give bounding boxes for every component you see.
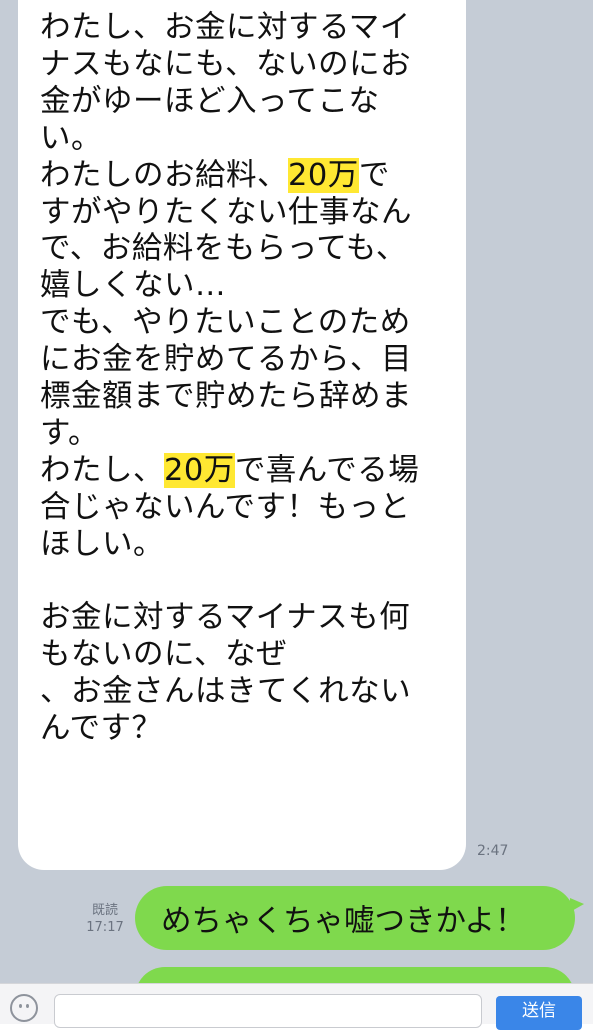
emoji-eye-left [19,1004,22,1008]
message-text-segment: にお金を貯めてるから、目 [40,342,412,378]
message-line: 金がゆーほど入ってこな [40,84,446,121]
incoming-message-text: わたし、お金に対するマイ ナスもなにも、ないのにお 金がゆーほど入ってこな い。 わたし… [40,10,446,748]
message-text-segment: わたし、 [40,452,164,488]
message-line: もないのに、なぜ [40,637,446,674]
message-line: ほしい。 [40,527,446,564]
emoji-eye-right [26,1004,29,1008]
message-text-segment: お金に対するマイナスも何 [40,600,411,636]
message-line: わたし、お金に対するマイ [40,10,446,47]
emoji-icon[interactable] [10,994,38,1022]
message-text-segment: わたしのお給料、 [40,157,288,193]
message-line: ナスもなにも、ないのにお [40,47,446,84]
message-text-segment: 嬉しくない… [40,268,226,304]
message-text-segment: 金がゆーほど入ってこな [40,83,380,119]
chat-area[interactable]: わたし、お金に対するマイ ナスもなにも、ないのにお 金がゆーほど入ってこな い。 わたし… [0,0,593,983]
message-text-segment: すがやりたくない仕事なん [40,194,412,230]
message-text-segment: で [358,157,390,193]
message-text-segment: ほしい。 [40,526,164,562]
send-button[interactable]: 送信 [496,996,582,1030]
message-line: 標金額まで貯めたら辞めま [40,379,446,416]
message-line: わたし、20万で喜んでる場 [40,452,446,490]
message-line: すがやりたくない仕事なん [40,195,446,232]
message-line [40,564,446,601]
outgoing-message-bubble-partial[interactable] [135,967,575,983]
message-line: 合じゃないんです！もっと [40,490,446,527]
message-line: 嬉しくない… [40,268,446,305]
message-text-segment: わたし、お金に対するマイ [40,10,411,45]
message-text-segment: んです？ [40,711,163,747]
message-line: す。 [40,416,446,453]
message-line: お金に対するマイナスも何 [40,600,446,637]
outgoing-message-time: 17:17 [86,920,124,935]
message-line: わたしのお給料、20万で [40,157,446,195]
message-text-segment: 標金額まで貯めたら辞めま [40,379,412,415]
read-receipt: 既読 17:17 [82,902,128,936]
read-label: 既読 [91,903,118,918]
outgoing-message-text: めちゃくちゃ嘘つきかよ！ [161,904,526,939]
incoming-message-bubble[interactable]: わたし、お金に対するマイ ナスもなにも、ないのにお 金がゆーほど入ってこな い。 わたし… [18,0,466,870]
message-line: で、お給料をもらっても、 [40,231,446,268]
message-text-segment: い。 [40,120,102,156]
message-line: 、お金さんはきてくれない [40,674,446,711]
message-line: んです？ [40,711,446,748]
message-text-segment: 、お金さんはきてくれない [40,674,412,710]
highlighted-text: 20万 [288,157,359,193]
incoming-message-time: 2:47 [477,843,509,859]
message-line: にお金を貯めてるから、目 [40,342,446,379]
message-line: い。 [40,121,446,158]
message-text-segment: す。 [40,415,99,451]
message-text-segment: 合じゃないんです！もっと [40,489,411,525]
message-text-segment: で、お給料をもらっても、 [40,231,407,267]
message-text-segment: もないのに、なぜ [40,637,288,673]
outgoing-message-bubble[interactable]: めちゃくちゃ嘘つきかよ！ [135,886,584,950]
message-text-segment: でも、やりたいことのため [40,305,411,341]
highlighted-text: 20万 [164,452,235,488]
message-input[interactable] [54,994,482,1028]
message-line: でも、やりたいことのため [40,305,446,342]
message-text-segment: ナスもなにも、ないのにお [40,46,412,82]
message-input-bar: 送信 [0,983,593,1030]
message-text-segment: で喜んでる場 [234,452,420,488]
